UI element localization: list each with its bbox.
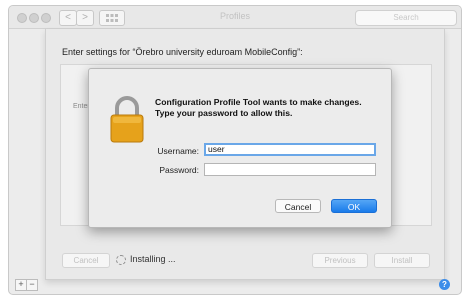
search-placeholder: Search: [393, 13, 419, 22]
search-field[interactable]: Search: [355, 10, 457, 26]
lock-icon: [110, 96, 144, 143]
password-field[interactable]: [204, 163, 376, 176]
sheet-title: Enter settings for “Örebro university ed…: [62, 47, 303, 57]
help-button[interactable]: ?: [439, 279, 450, 290]
previous-button[interactable]: Previous: [312, 253, 368, 268]
sheet-cancel-button[interactable]: Cancel: [62, 253, 110, 268]
dialog-message: Configuration Profile Tool wants to make…: [155, 97, 362, 118]
remove-profile-button[interactable]: −: [26, 279, 38, 291]
install-button[interactable]: Install: [374, 253, 430, 268]
bottom-bar: + − ?: [9, 272, 461, 294]
password-label: Password:: [159, 165, 199, 175]
title-bar: < > Profiles Search: [9, 6, 461, 29]
username-label: Username:: [157, 146, 199, 156]
installing-status: Installing ...: [130, 254, 176, 264]
auth-dialog: Configuration Profile Tool wants to make…: [88, 68, 392, 228]
ok-button[interactable]: OK: [331, 199, 377, 213]
cancel-button[interactable]: Cancel: [275, 199, 321, 213]
progress-spinner-icon: [116, 255, 126, 265]
username-field[interactable]: [204, 143, 376, 156]
